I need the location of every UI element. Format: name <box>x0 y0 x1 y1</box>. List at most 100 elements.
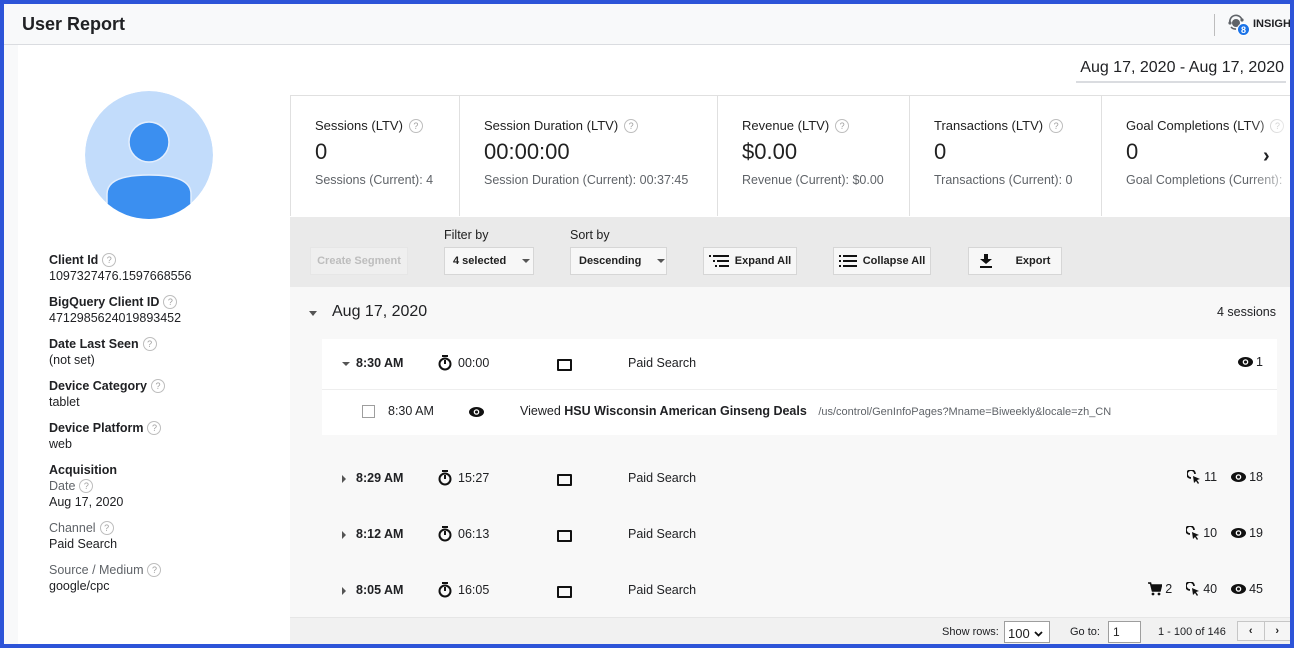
eye-icon <box>469 407 484 417</box>
help-icon[interactable]: ? <box>142 337 157 351</box>
session-stats: 2 40 45 <box>1148 582 1263 596</box>
profile-field-bigquery-client-id: BigQuery Client ID? 4712985624019893452 <box>49 295 279 325</box>
pageviews-stat: 1 <box>1238 355 1263 369</box>
goals-count: 11 <box>1204 470 1218 484</box>
field-value: 4712985624019893452 <box>49 311 182 325</box>
field-label: Source / Medium <box>49 563 144 577</box>
profile-source-medium: Source / Medium? google/cpc <box>49 563 279 593</box>
session-channel: Paid Search <box>628 527 697 541</box>
expand-all-label: Expand All <box>734 255 792 267</box>
metrics-strip: Sessions (LTV)? 0 Sessions (Current): 4 … <box>290 95 1290 217</box>
metric-title: Revenue (LTV) <box>742 118 830 133</box>
help-icon[interactable]: ? <box>835 118 850 133</box>
sort-by-dropdown[interactable]: Descending <box>570 247 667 275</box>
create-segment-button[interactable]: Create Segment <box>310 247 408 275</box>
pageviews-stat: 45 <box>1231 582 1263 596</box>
help-icon[interactable]: ? <box>1049 118 1064 133</box>
chevron-down-icon <box>1034 630 1043 637</box>
eye-icon <box>1231 472 1247 482</box>
session-channel: Paid Search <box>628 583 697 597</box>
session-row[interactable]: 8:12 AM 06:13 Paid Search 10 19 <box>322 510 1277 560</box>
help-icon[interactable]: ? <box>1270 118 1285 133</box>
goal-click-icon <box>1186 526 1200 540</box>
user-profile: Client Id? 1097327476.1597668556 BigQuer… <box>49 253 279 605</box>
session-row[interactable]: 8:05 AM 16:05 Paid Search 2 40 45 <box>322 566 1277 616</box>
date-range-picker[interactable]: Aug 17, 2020 - Aug 17, 2020 <box>1076 57 1286 83</box>
sort-value: Descending <box>579 255 642 267</box>
help-icon[interactable]: ? <box>408 118 423 133</box>
help-icon[interactable]: ? <box>147 421 162 435</box>
export-button[interactable]: Export <box>968 247 1062 275</box>
field-value: (not set) <box>49 353 95 367</box>
help-icon[interactable]: ? <box>99 521 114 535</box>
caret-right-icon[interactable] <box>342 587 346 595</box>
timer-icon <box>438 355 452 371</box>
help-icon[interactable]: ? <box>624 118 639 133</box>
metric-value: 00:00:00 <box>484 139 570 164</box>
session-time: 8:29 AM <box>356 471 404 485</box>
goto-page-input[interactable]: 1 <box>1108 621 1141 643</box>
pager: ‹ › <box>1237 621 1290 641</box>
day-group-header[interactable]: Aug 17, 2020 4 sessions <box>290 287 1290 337</box>
app-window: User Report 8 INSIGHTS Aug 17, 2020 - Au… <box>4 4 1290 644</box>
field-label: Device Category <box>49 379 147 393</box>
session-duration: 06:13 <box>458 527 490 541</box>
sort-by-label: Sort by <box>570 228 610 242</box>
goals-count: 10 <box>1203 526 1218 540</box>
session-list: Aug 17, 2020 4 sessions 8:30 AM 00:00 Pa… <box>290 287 1290 644</box>
metric-current: Goal Completions (Current): <box>1126 173 1283 187</box>
metric-current: Session Duration (Current): 00:37:45 <box>484 173 689 187</box>
goal-click-icon <box>1186 582 1200 596</box>
expand-all-icon <box>708 255 729 267</box>
insights-button[interactable]: 8 INSIGHTS <box>1227 14 1290 36</box>
metric-title: Session Duration (LTV) <box>484 118 619 133</box>
help-icon[interactable]: ? <box>102 253 117 267</box>
session-stats: 10 19 <box>1186 526 1263 540</box>
session-toolbar: Create Segment Filter by 4 selected Sort… <box>290 217 1290 287</box>
filter-by-label: Filter by <box>444 228 489 242</box>
help-icon[interactable]: ? <box>150 379 165 393</box>
show-rows-label: Show rows: <box>942 626 999 638</box>
session-duration: 16:05 <box>458 583 490 597</box>
expand-all-button[interactable]: Expand All <box>703 247 797 275</box>
row-range: 1 - 100 of 146 <box>1158 626 1226 638</box>
chevron-right-icon: › <box>1275 625 1280 637</box>
filter-by-dropdown[interactable]: 4 selected <box>444 247 534 275</box>
session-row[interactable]: 8:29 AM 15:27 Paid Search 11 18 <box>322 454 1277 504</box>
previous-page-button[interactable]: ‹ <box>1238 622 1265 640</box>
caret-down-icon[interactable] <box>309 311 317 316</box>
caret-right-icon[interactable] <box>342 531 346 539</box>
pageviews-count: 18 <box>1249 470 1263 484</box>
pageviews-count: 45 <box>1249 582 1263 596</box>
show-rows-select[interactable]: 100 <box>1004 621 1050 643</box>
field-label: BigQuery Client ID <box>49 295 160 309</box>
tablet-icon <box>557 474 572 486</box>
chevron-down-icon <box>657 259 666 263</box>
field-value: web <box>49 437 72 451</box>
help-icon[interactable]: ? <box>79 479 94 493</box>
help-icon[interactable]: ? <box>147 563 162 577</box>
hit-time: 8:30 AM <box>388 404 434 418</box>
session-duration: 15:27 <box>458 471 490 485</box>
collapse-all-button[interactable]: Collapse All <box>833 247 931 275</box>
help-icon[interactable]: ? <box>163 295 178 309</box>
metric-transactions: Transactions (LTV)? 0 Transactions (Curr… <box>910 96 1102 216</box>
hit-checkbox[interactable] <box>362 405 375 418</box>
report-content: Aug 17, 2020 - Aug 17, 2020 Client Id? 1… <box>18 45 1290 644</box>
top-bar: User Report 8 INSIGHTS <box>4 4 1290 45</box>
metric-goal-completions: Goal Completions (LTV)? 0 Goal Completio… <box>1102 96 1290 216</box>
hit-page-title: HSU Wisconsin American Ginseng Deals <box>564 404 807 418</box>
caret-down-icon[interactable] <box>342 362 350 366</box>
pageviews-count: 19 <box>1249 526 1263 540</box>
chevron-down-icon <box>522 259 531 263</box>
session-header[interactable]: 8:30 AM 00:00 Paid Search 1 <box>322 339 1277 389</box>
pageviews-count: 1 <box>1256 355 1263 369</box>
field-value: 1097327476.1597668556 <box>49 269 192 283</box>
metrics-next-arrow-icon[interactable]: › <box>1263 145 1270 168</box>
next-page-button[interactable]: › <box>1265 622 1291 640</box>
caret-right-icon[interactable] <box>342 475 346 483</box>
insights-badge: 8 <box>1237 23 1250 36</box>
metric-value: $0.00 <box>742 139 798 164</box>
user-avatar <box>85 91 213 219</box>
insights-icon: 8 <box>1227 14 1250 36</box>
